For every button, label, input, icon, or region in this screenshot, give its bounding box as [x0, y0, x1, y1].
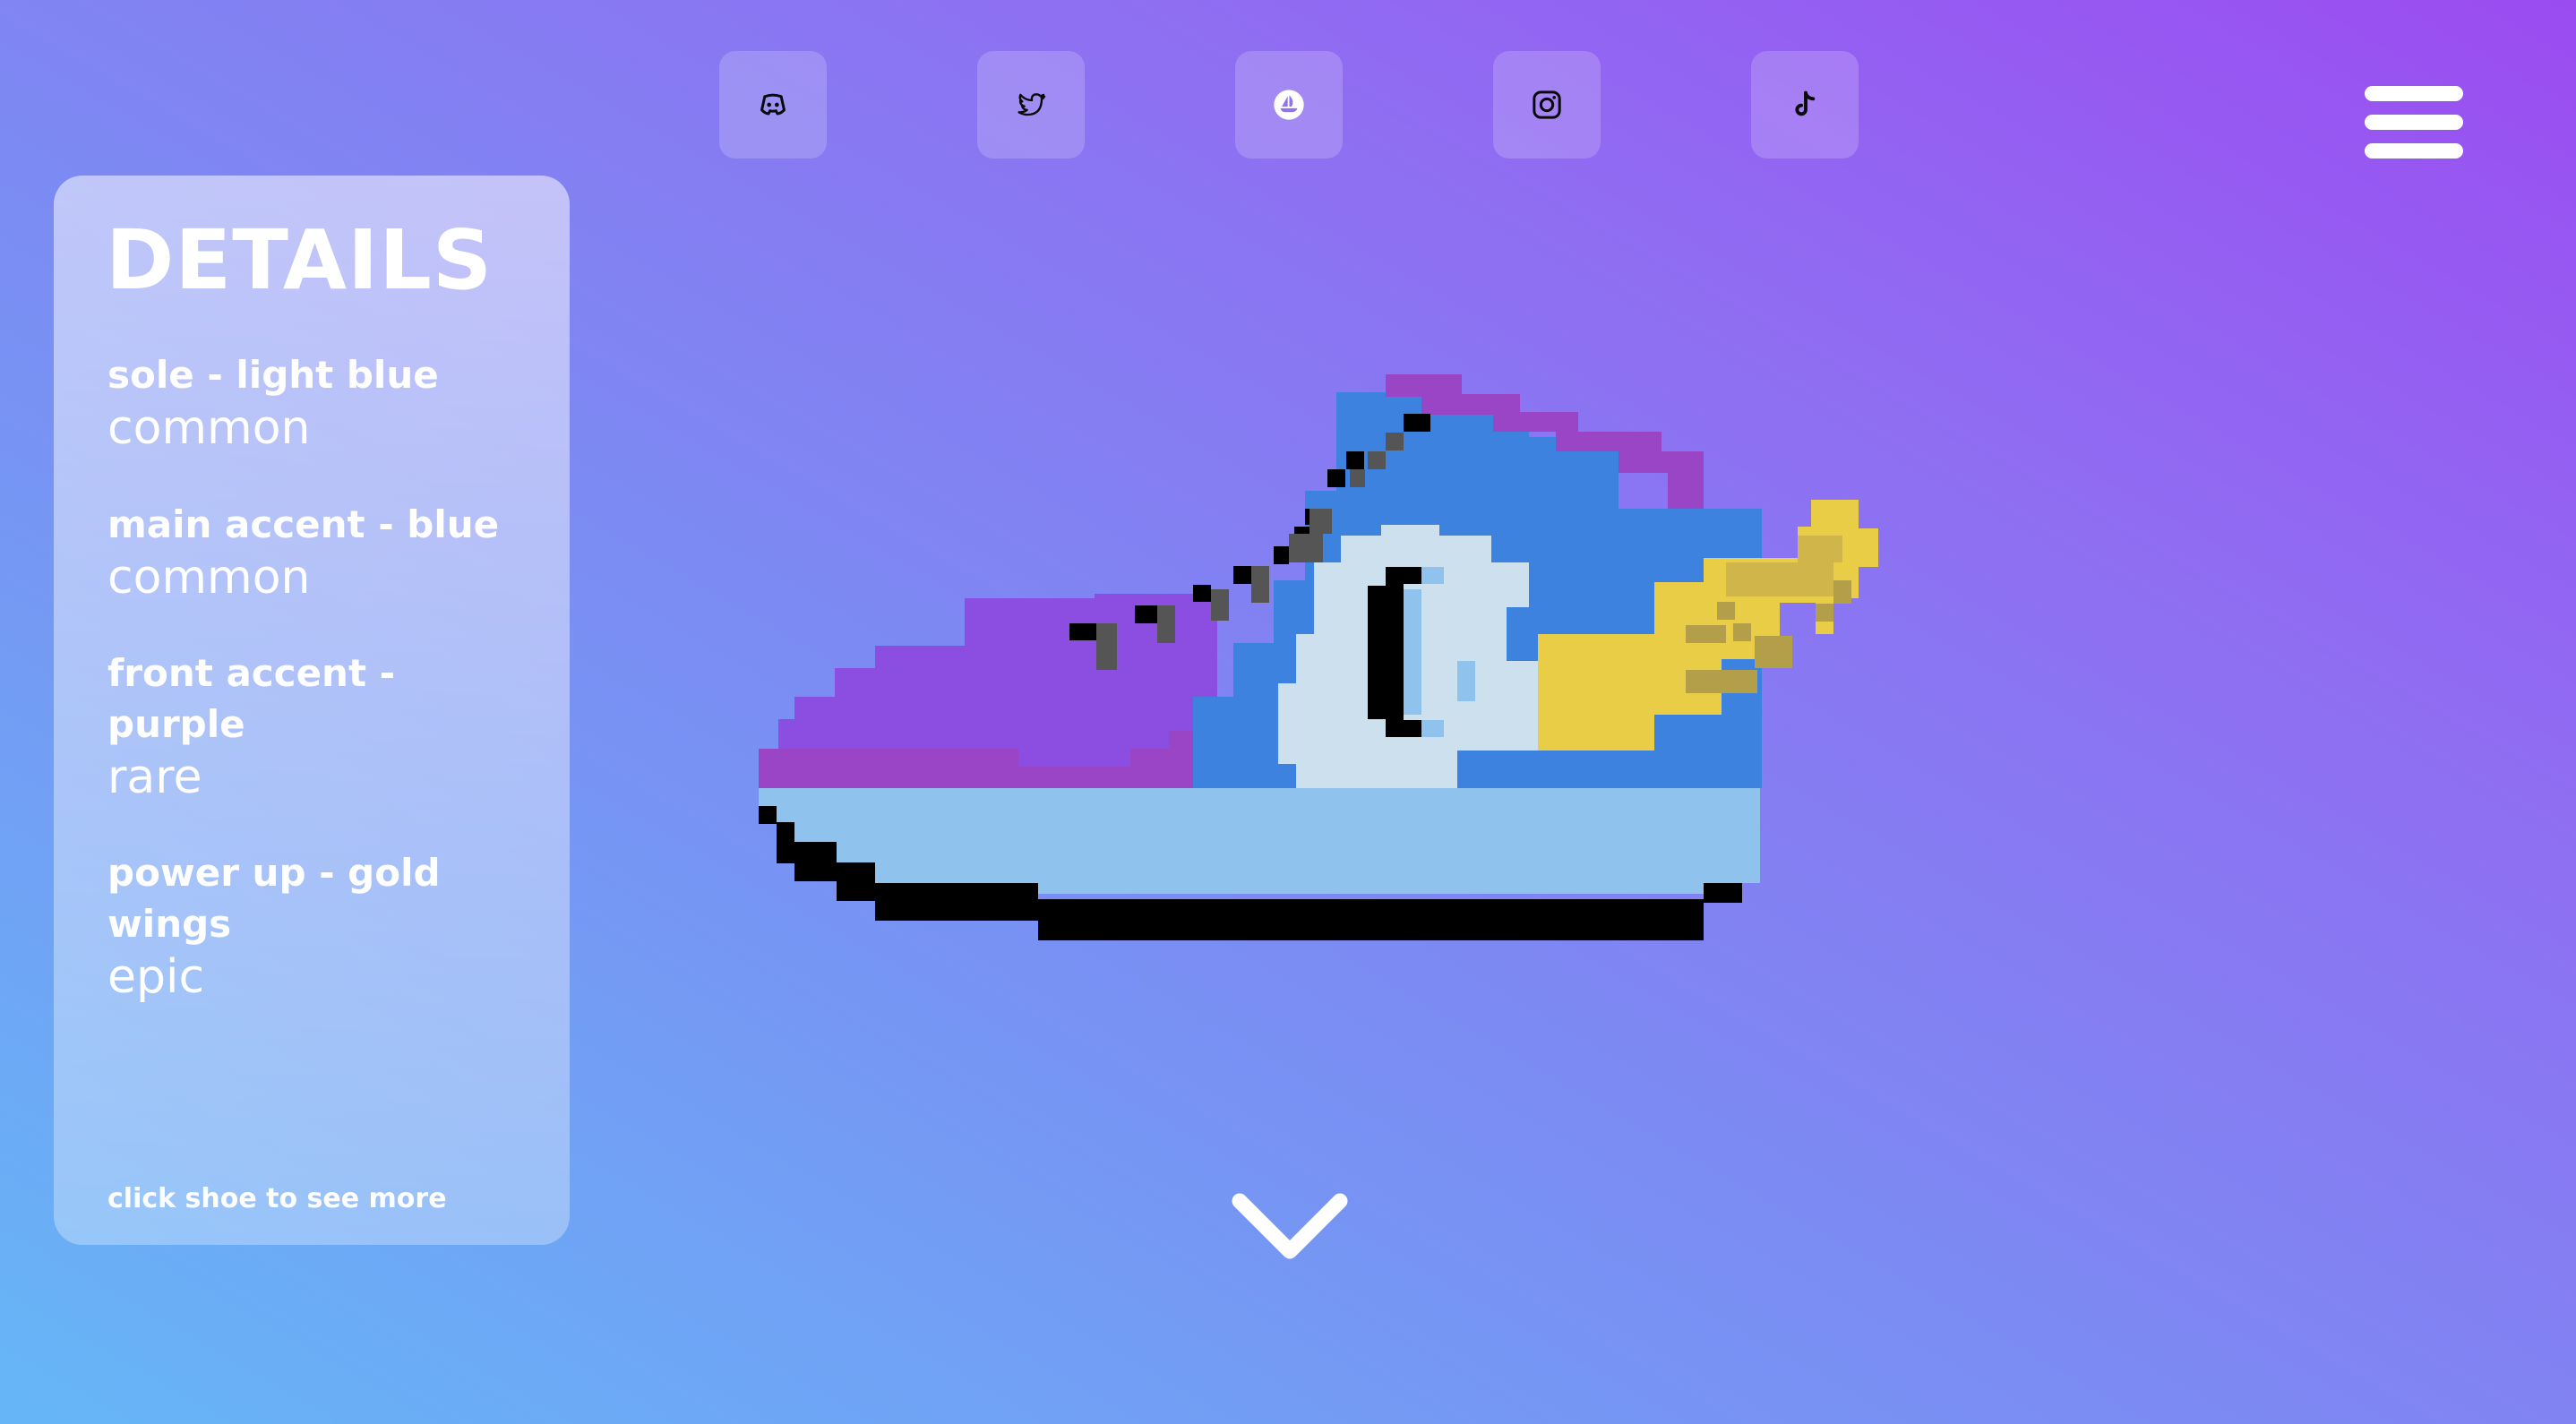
menu-bar-top	[2365, 86, 2463, 101]
opensea-icon	[1274, 90, 1304, 120]
trait-name: sole - light blue	[107, 353, 439, 397]
twitter-button[interactable]	[977, 51, 1085, 159]
trait-rarity: common	[107, 551, 311, 605]
opensea-button[interactable]	[1235, 51, 1343, 159]
trait-rarity: common	[107, 401, 311, 455]
shoe-front-accent-stripe	[1130, 749, 1193, 788]
trait-sole: sole - light blue common	[107, 349, 537, 456]
twitter-icon	[1018, 93, 1046, 116]
shoe-image[interactable]	[759, 374, 1914, 942]
shoe-sole	[759, 788, 1760, 894]
menu-button[interactable]	[2365, 81, 2463, 163]
discord-button[interactable]	[719, 51, 827, 159]
details-panel: DETAILS sole - light blue common main ac…	[54, 176, 570, 1245]
trait-main-accent: main accent - blue common	[107, 499, 537, 605]
trait-name: front accent - purple	[107, 651, 396, 746]
tiktok-icon	[1795, 90, 1816, 116]
trait-name: main accent - blue	[107, 502, 500, 546]
trait-rarity: rare	[107, 751, 202, 804]
discord-icon	[760, 93, 786, 116]
instagram-icon	[1533, 90, 1561, 119]
shoe-front-accent-stripe	[947, 768, 1018, 788]
menu-bar-middle	[2365, 115, 2463, 130]
scroll-down-chevron-icon[interactable]	[1227, 1187, 1352, 1267]
details-title: DETAILS	[106, 212, 494, 308]
trait-power-up: power up - gold wings epic	[107, 847, 537, 1005]
trait-front-accent: front accent - purple rare	[107, 648, 537, 805]
social-links-bar	[0, 0, 2576, 179]
menu-bar-bottom	[2365, 143, 2463, 159]
tiktok-button[interactable]	[1751, 51, 1859, 159]
trait-name: power up - gold wings	[107, 851, 441, 946]
click-shoe-hint: click shoe to see more	[107, 1183, 447, 1214]
instagram-button[interactable]	[1493, 51, 1601, 159]
trait-rarity: epic	[107, 950, 205, 1004]
